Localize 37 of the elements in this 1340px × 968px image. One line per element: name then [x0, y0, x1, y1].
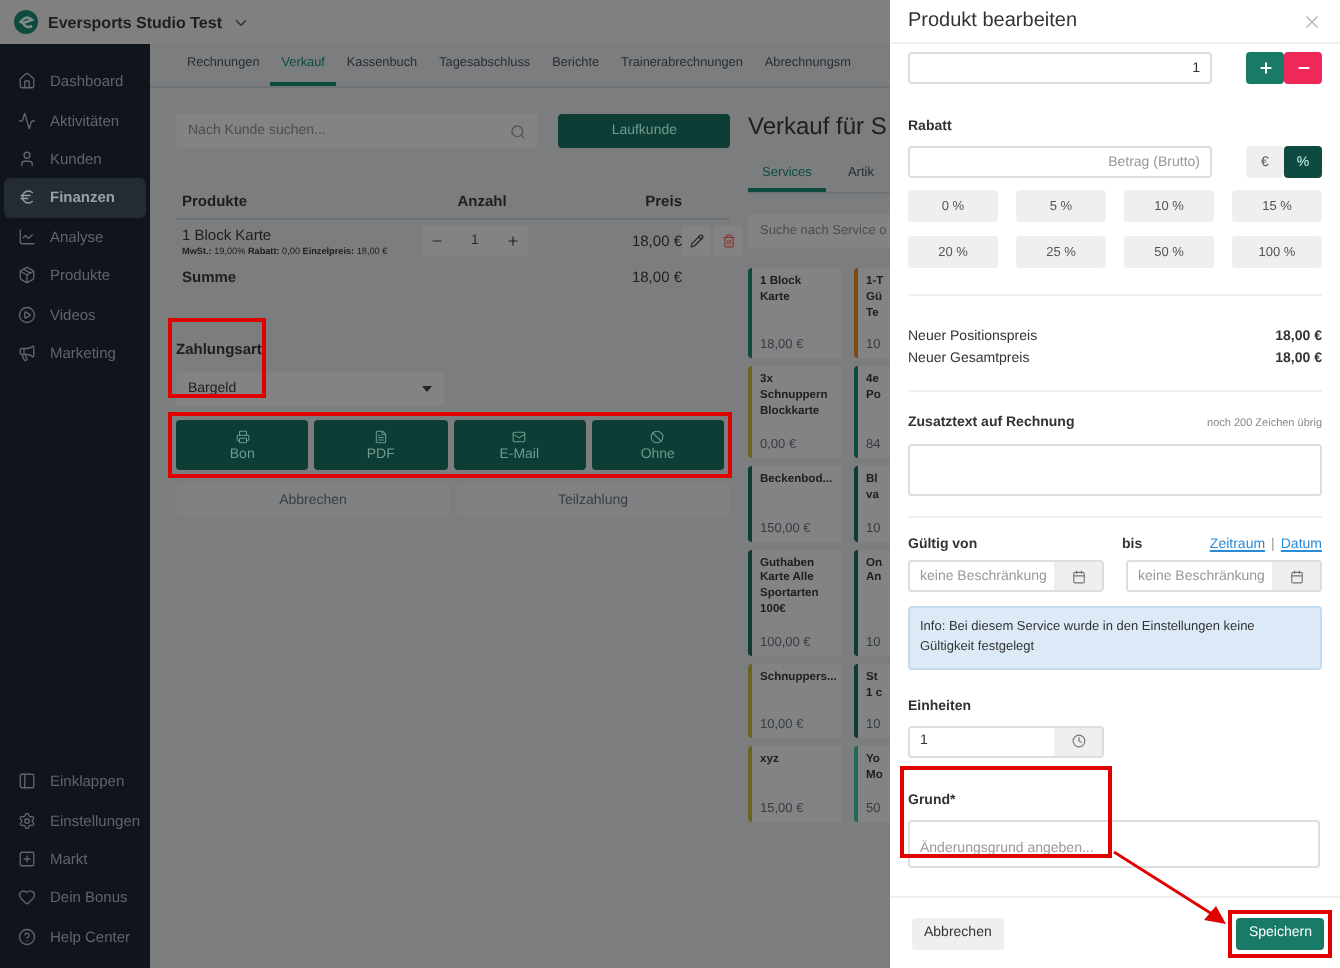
play-icon [18, 305, 36, 324]
decrease-button[interactable] [1284, 52, 1322, 84]
activity-icon [18, 111, 36, 130]
clock-icon [1071, 734, 1085, 749]
printer-icon [235, 429, 250, 443]
plus-square-icon [18, 850, 36, 869]
search-icon [510, 123, 527, 139]
calendar-icon [1289, 569, 1303, 584]
box-icon [18, 266, 36, 285]
calendar-icon [1071, 569, 1085, 584]
plus-icon [1257, 60, 1273, 76]
catalog-title: Verkauf für S [748, 112, 889, 140]
drawer-title: Produkt bearbeiten [908, 10, 1078, 32]
trash-icon [721, 234, 735, 248]
file-icon [373, 429, 388, 443]
ban-icon [650, 429, 665, 443]
megaphone-icon [18, 343, 36, 362]
help-icon [18, 927, 36, 946]
user-icon [18, 149, 36, 168]
caret-icon [422, 386, 432, 392]
mail-icon [512, 429, 527, 443]
euro-icon [18, 188, 36, 207]
edit-button[interactable] [682, 226, 710, 256]
pencil-icon [689, 234, 703, 248]
delete-button[interactable] [714, 226, 742, 256]
studio-name[interactable]: Eversports Studio Test [48, 13, 222, 31]
chart-icon [18, 227, 36, 246]
home-icon [18, 72, 36, 91]
close-icon[interactable] [1302, 11, 1322, 31]
panel-icon [18, 772, 36, 791]
note-textarea[interactable] [908, 444, 1322, 497]
minus-icon[interactable] [430, 234, 444, 248]
heart-icon [18, 888, 36, 907]
logo-icon [14, 10, 38, 34]
settings-icon [18, 811, 36, 830]
increase-button[interactable] [1246, 52, 1284, 84]
plus-icon[interactable] [506, 234, 520, 248]
